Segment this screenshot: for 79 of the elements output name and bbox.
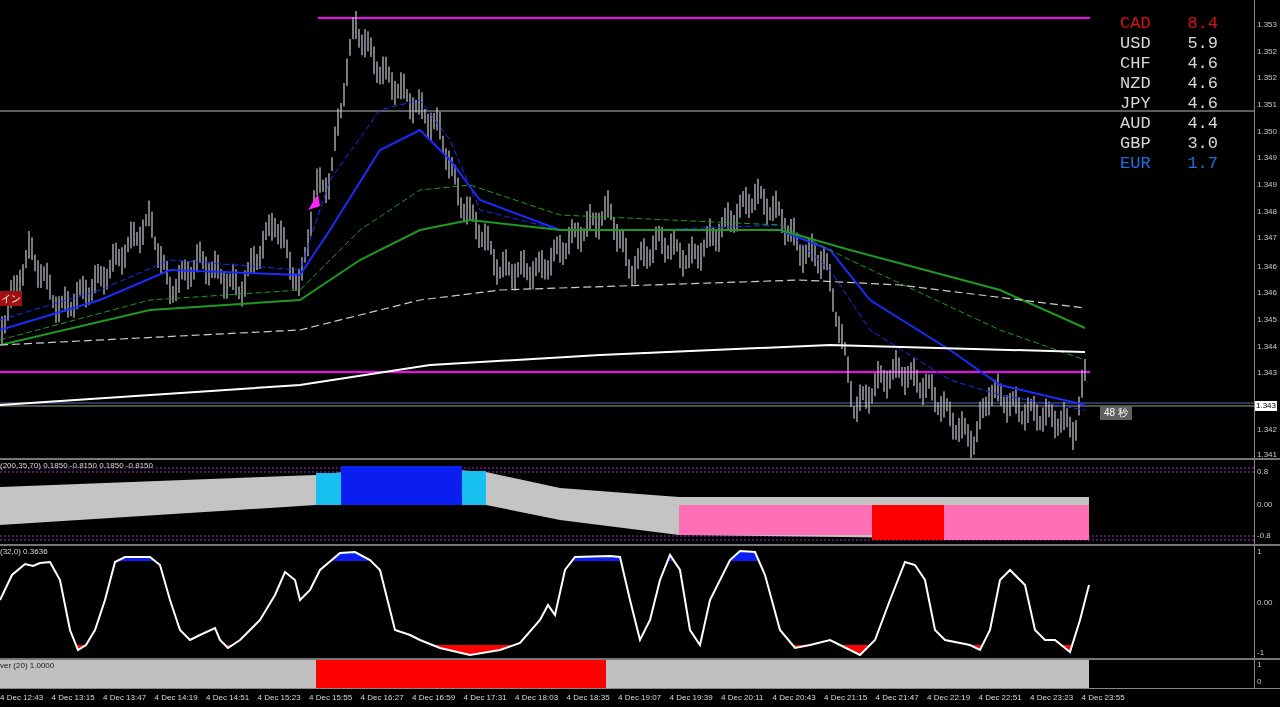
time-label: 4 Dec 21:47 (875, 693, 920, 703)
axis-label: 0.8 (1257, 467, 1269, 477)
overbought-fill (668, 555, 673, 561)
currency-code: GBP (1120, 134, 1152, 154)
time-label: 4 Dec 19:39 (669, 693, 714, 703)
currency-code: NZD (1120, 74, 1152, 94)
time-label: 4 Dec 22:19 (927, 693, 972, 703)
overbought-fill (118, 557, 154, 561)
axis-label: 1.345 (1257, 315, 1278, 325)
time-label: 4 Dec 12:43 (0, 693, 45, 703)
axis-label: 1 (1257, 547, 1262, 557)
time-label: 4 Dec 13:47 (103, 693, 148, 703)
indicator-label: (32,0) 0.3636 (0, 547, 48, 557)
time-label: 4 Dec 15:23 (257, 693, 302, 703)
time-label: 4 Dec 16:59 (412, 693, 457, 703)
time-label: 4 Dec 23:55 (1081, 693, 1126, 703)
strength-value: 8.4 (1186, 14, 1218, 34)
time-label: 4 Dec 18:03 (515, 693, 560, 703)
axis-label: 1.343 (1257, 368, 1278, 378)
axis-label: 1.353 (1257, 20, 1278, 30)
time-label: 4 Dec 14:19 (154, 693, 199, 703)
time-label: 4 Dec 16:27 (360, 693, 405, 703)
signal-label: イン (0, 291, 22, 306)
axis-label: 1.349 (1257, 153, 1278, 163)
countdown-label: 48 秒 (1100, 406, 1132, 420)
time-label: 4 Dec 20:11 (721, 693, 765, 703)
strength-value: 1.7 (1186, 154, 1218, 174)
axis-label: -0.8 (1257, 531, 1271, 541)
axis-label: 1.348 (1257, 207, 1278, 217)
axis-label: 1.349 (1257, 180, 1278, 190)
currency-code: AUD (1120, 114, 1152, 134)
oversold-fill (77, 645, 85, 650)
oversold-fill (971, 645, 982, 650)
strength-value: 3.0 (1186, 134, 1218, 154)
time-label: 4 Dec 18:35 (566, 693, 611, 703)
overbought-fill (572, 556, 620, 561)
indicator-label: (200,35,70) 0.1850 -0.8150 0.1850 -0.8150 (0, 461, 153, 471)
axis-label: 1.347 (1257, 233, 1278, 243)
time-label: 4 Dec 23:23 (1030, 693, 1075, 703)
currency-code: JPY (1120, 94, 1152, 114)
axis-label: 1.352 (1257, 73, 1278, 83)
time-label: 4 Dec 13:15 (51, 693, 96, 703)
time-label: 4 Dec 14:51 (206, 693, 251, 703)
strength-value: 4.4 (1186, 114, 1218, 134)
axis-label: 1.344 (1257, 342, 1278, 352)
axis-label: 1.342 (1257, 425, 1278, 435)
overbought-fill (730, 551, 758, 561)
axis-label: 1.341 (1257, 450, 1278, 460)
current-price-label: 1.343 (1255, 401, 1278, 411)
oversold-fill (1062, 645, 1072, 652)
overbought-fill (331, 552, 370, 561)
axis-label: 1.350 (1257, 127, 1278, 137)
arrow-marker-icon (308, 194, 320, 210)
currency-code: CHF (1120, 54, 1152, 74)
axis-label: 0.00 (1257, 500, 1273, 510)
axis-label: 1.351 (1257, 100, 1278, 110)
time-label: 4 Dec 21:15 (824, 693, 869, 703)
axis-label: -1 (1257, 648, 1265, 658)
axis-label: 0.00 (1257, 598, 1273, 608)
strength-value: 5.9 (1186, 34, 1218, 54)
time-label: 4 Dec 17:31 (463, 693, 508, 703)
indicator-label: ver (20) 1.0000 (0, 661, 55, 671)
time-label: 4 Dec 19:07 (618, 693, 663, 703)
currency-code: EUR (1120, 154, 1152, 174)
axis-label: 1 (1257, 660, 1262, 670)
oversold-fill (841, 645, 869, 655)
time-label: 4 Dec 20:43 (772, 693, 817, 703)
strength-value: 4.6 (1186, 94, 1218, 114)
time-label: 4 Dec 22:51 (978, 693, 1023, 703)
oversold-fill (226, 645, 232, 648)
axis-label: 1.346 (1257, 288, 1278, 298)
time-label: 4 Dec 15:55 (309, 693, 354, 703)
currency-code: USD (1120, 34, 1152, 54)
axis-label: 0 (1257, 677, 1262, 687)
strength-value: 4.6 (1186, 54, 1218, 74)
strength-value: 4.6 (1186, 74, 1218, 94)
axis-label: 1.346 (1257, 262, 1278, 272)
axis-label: 1.352 (1257, 47, 1278, 57)
currency-code: CAD (1120, 14, 1152, 34)
